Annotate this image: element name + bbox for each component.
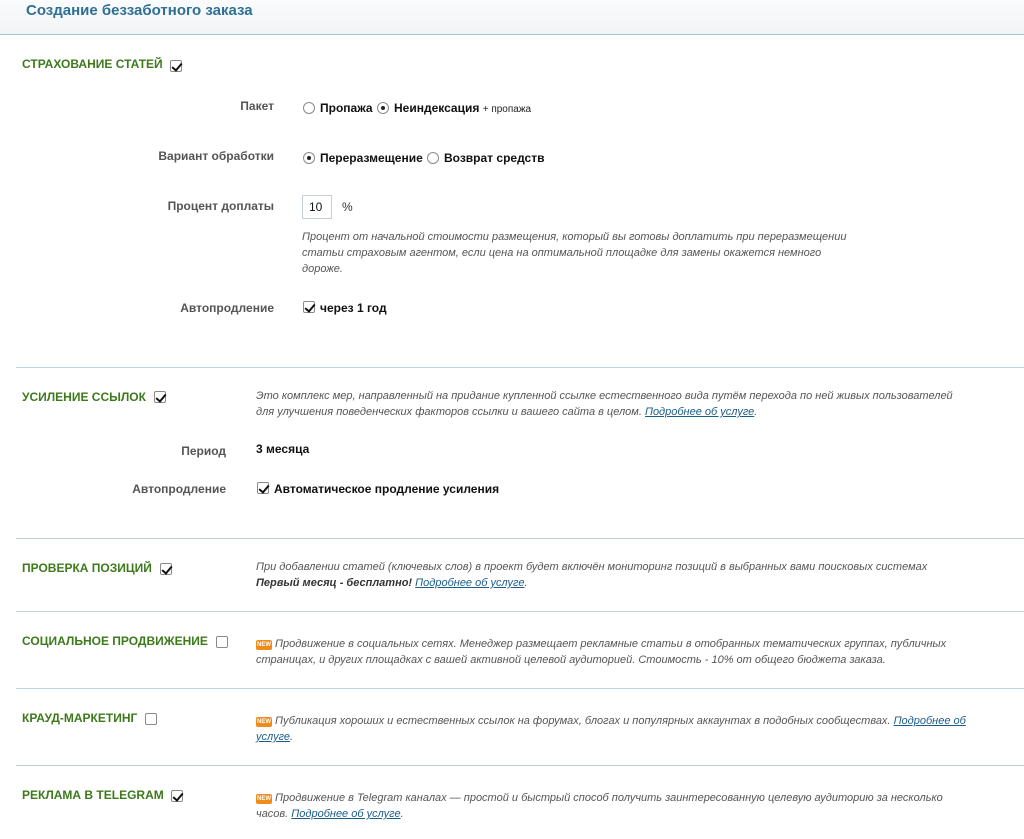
surcharge-unit: % bbox=[342, 200, 353, 214]
package-option-loss[interactable]: Пропажа bbox=[320, 101, 373, 115]
insurance-autorenew-label: Автопродление bbox=[180, 301, 274, 315]
package-label: Пакет bbox=[240, 99, 274, 113]
crowd-description: NEW Публикация хороших и естественных ссы… bbox=[256, 715, 966, 743]
insurance-section-title: СТРАХОВАНИЕ СТАТЕЙ bbox=[22, 57, 163, 71]
links-period-label: Период bbox=[181, 444, 226, 458]
telegram-section-title: РЕКЛАМА В TELEGRAM bbox=[22, 788, 164, 802]
package-radio-nonindexation[interactable] bbox=[377, 102, 389, 114]
package-option-nonindexation[interactable]: Неиндексация bbox=[394, 101, 479, 115]
processing-label: Вариант обработки bbox=[158, 149, 274, 163]
links-autorenew-checkbox[interactable] bbox=[257, 482, 269, 494]
page-title: Создание беззаботного заказа bbox=[26, 2, 253, 19]
section-divider bbox=[16, 765, 1024, 766]
insurance-autorenew-checkbox[interactable] bbox=[303, 301, 315, 313]
positions-more-link[interactable]: Подробнее об услуге bbox=[415, 577, 524, 589]
links-autorenew-label: Автопродление bbox=[132, 482, 226, 496]
processing-option-replace[interactable]: Переразмещение bbox=[320, 151, 423, 165]
section-divider bbox=[16, 367, 1024, 368]
page-header: Создание беззаботного заказа bbox=[0, 0, 1024, 35]
new-badge-icon: NEW bbox=[256, 717, 272, 727]
package-radio-loss[interactable] bbox=[303, 102, 315, 114]
social-enable-checkbox[interactable] bbox=[216, 636, 228, 648]
crowd-description-text: Публикация хороших и естественных ссылок… bbox=[275, 715, 891, 727]
positions-enable-checkbox[interactable] bbox=[160, 563, 172, 575]
social-description-text: Продвижение в социальных сетях. Менеджер… bbox=[256, 638, 947, 666]
links-enable-checkbox[interactable] bbox=[154, 391, 166, 403]
crowd-enable-checkbox[interactable] bbox=[145, 713, 157, 725]
processing-radio-replace[interactable] bbox=[303, 152, 315, 164]
insurance-autorenew-text: через 1 год bbox=[320, 301, 387, 315]
telegram-enable-checkbox[interactable] bbox=[171, 790, 183, 802]
package-suffix: + пропажа bbox=[482, 104, 532, 115]
links-period-value: 3 месяца bbox=[256, 442, 310, 456]
section-divider bbox=[16, 611, 1024, 612]
links-description-text: Это комплекс мер, направленный на придан… bbox=[256, 390, 953, 418]
processing-option-refund[interactable]: Возврат средств bbox=[444, 151, 544, 165]
social-description: NEW Продвижение в социальных сетях. Менед… bbox=[256, 636, 966, 668]
links-description: Это комплекс мер, направленный на придан… bbox=[256, 390, 953, 418]
surcharge-hint: Процент от начальной стоимости размещени… bbox=[302, 231, 847, 275]
links-section-title: УСИЛЕНИЕ ССЫЛОК bbox=[22, 390, 146, 404]
package-option-nonindexation-row[interactable]: Неиндексация + пропажа bbox=[394, 101, 531, 115]
new-badge-icon: NEW bbox=[256, 640, 272, 650]
links-autorenew-text: Автоматическое продление усиления bbox=[274, 482, 500, 496]
positions-description: При добавлении статей (ключевых слов) в … bbox=[256, 561, 928, 589]
telegram-more-link[interactable]: Подробнее об услуге bbox=[291, 808, 400, 820]
social-section-title: СОЦИАЛЬНОЕ ПРОДВИЖЕНИЕ bbox=[22, 634, 208, 648]
telegram-description: NEW Продвижение в Telegram каналах — прос… bbox=[256, 792, 943, 820]
insurance-enable-checkbox[interactable] bbox=[170, 60, 182, 72]
new-badge-icon: NEW bbox=[256, 794, 272, 804]
positions-free-month: Первый месяц - бесплатно! bbox=[256, 577, 413, 589]
processing-radio-refund[interactable] bbox=[427, 152, 439, 164]
surcharge-label: Процент доплаты bbox=[167, 199, 274, 213]
positions-description-text: При добавлении статей (ключевых слов) в … bbox=[256, 561, 928, 573]
crowd-section-title: КРАУД-МАРКЕТИНГ bbox=[22, 711, 138, 725]
section-divider bbox=[16, 688, 1024, 689]
surcharge-input[interactable] bbox=[302, 195, 332, 219]
section-divider bbox=[16, 538, 1024, 539]
positions-section-title: ПРОВЕРКА ПОЗИЦИЙ bbox=[22, 561, 152, 575]
links-more-link[interactable]: Подробнее об услуге bbox=[645, 406, 754, 418]
